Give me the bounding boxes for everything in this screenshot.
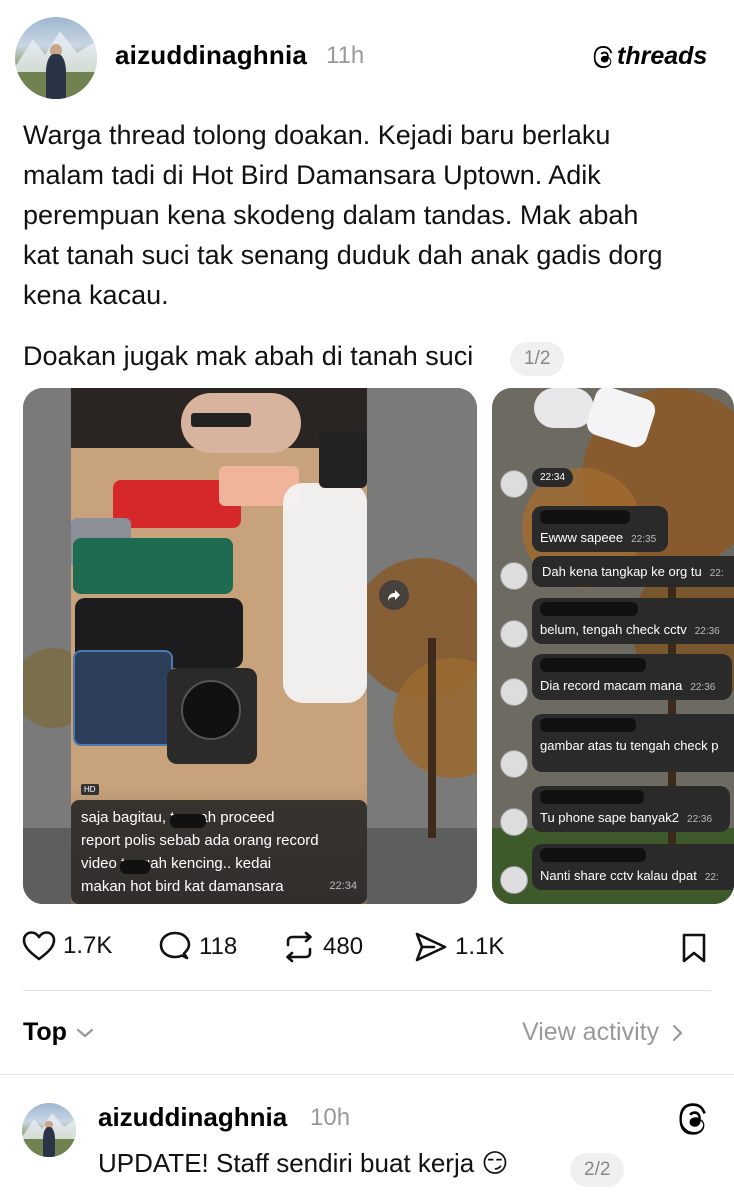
threads-logo-icon xyxy=(679,1103,706,1135)
bookmark-icon xyxy=(682,933,706,963)
reply-counter: 2/2 xyxy=(570,1153,625,1187)
redaction-mark xyxy=(540,718,636,732)
view-activity-label: View activity xyxy=(522,1018,660,1046)
chat-bubble: 22:34 xyxy=(532,468,574,487)
chat-bubble: Dia record macam mana 22:36 xyxy=(532,654,732,700)
redaction-mark xyxy=(540,848,646,862)
divider xyxy=(23,990,711,991)
threads-icon[interactable] xyxy=(678,1102,710,1141)
heart-icon xyxy=(22,931,56,961)
repost-count: 480 xyxy=(323,933,364,960)
post-text-line: malam tadi di Hot Bird Damansara Uptown.… xyxy=(23,160,601,190)
sort-dropdown[interactable]: Top xyxy=(23,1018,94,1047)
chat-avatar xyxy=(500,562,528,590)
caption-time: 22:34 xyxy=(329,880,357,892)
threads-icon xyxy=(593,45,613,68)
reply-text: UPDATE! Staff sendiri buat kerja 😏 xyxy=(98,1148,509,1178)
avatar[interactable] xyxy=(15,17,97,99)
sticker-image xyxy=(534,388,659,451)
post-body: Warga thread tolong doakan. Kejadi baru … xyxy=(23,115,723,315)
view-activity-link[interactable]: View activity xyxy=(522,1018,685,1047)
post-text-line: kena kacau. xyxy=(23,280,169,310)
repost-icon xyxy=(286,931,312,963)
media-item-1[interactable]: HD saja bagitau, tengah proceed report p… xyxy=(23,388,477,904)
comment-icon xyxy=(159,931,191,960)
redaction-mark xyxy=(120,860,150,874)
chevron-down-icon xyxy=(76,1028,94,1037)
redaction-mark xyxy=(540,510,630,524)
post-text-line: kat tanah suci tak senang duduk dah anak… xyxy=(23,240,663,270)
chat-avatar xyxy=(500,750,528,778)
like-count: 1.7K xyxy=(63,932,113,959)
chat-bubble: Tu phone sape banyak2 22:36 xyxy=(532,786,730,832)
post-time: 11h xyxy=(326,42,365,69)
caption-line: report polis sebab ada orang record xyxy=(81,832,319,849)
chat-avatar xyxy=(500,678,528,706)
media-item-2[interactable]: 22:34 Ewww sapeee 22:35 Dah kena tangkap … xyxy=(492,388,734,904)
sort-label: Top xyxy=(23,1018,67,1046)
chat-avatar xyxy=(500,470,528,498)
reply-count: 118 xyxy=(199,933,238,960)
caption-line: saja bagitau, tengah proceed xyxy=(81,809,275,826)
hd-badge: HD xyxy=(81,784,99,795)
reply-button[interactable]: 118 xyxy=(158,930,237,964)
threads-wordmark: threads xyxy=(617,42,708,70)
share-button[interactable]: 1.1K xyxy=(414,930,504,964)
send-icon xyxy=(415,932,447,962)
reply-username[interactable]: aizuddinaghnia xyxy=(98,1102,287,1133)
bookmark-button[interactable] xyxy=(681,932,707,969)
chat-bubble: belum, tengah check cctv 22:36 xyxy=(532,598,734,644)
redaction-mark xyxy=(540,602,638,616)
redaction-mark xyxy=(540,790,644,804)
post-text-second: Doakan jugak mak abah di tanah suci xyxy=(23,341,474,371)
like-button[interactable]: 1.7K xyxy=(22,930,112,962)
redaction-mark xyxy=(540,658,646,672)
redaction-mark xyxy=(170,814,206,828)
chevron-right-icon xyxy=(672,1024,683,1041)
section-separator xyxy=(0,1074,734,1075)
chat-avatar xyxy=(500,620,528,648)
reply-avatar[interactable] xyxy=(22,1103,76,1157)
share-forward-icon[interactable] xyxy=(379,580,409,610)
chat-avatar xyxy=(500,866,528,894)
chat-bubble: gambar atas tu tengah check p xyxy=(532,714,734,772)
threads-logo: threads xyxy=(593,42,707,71)
post-text-line: Warga thread tolong doakan. Kejadi baru … xyxy=(23,120,611,150)
chat-bubble: Nanti share cctv kalau dpat 22: xyxy=(532,844,734,890)
chat-avatar xyxy=(500,808,528,836)
repost-button[interactable]: 480 xyxy=(281,930,363,964)
caption-line: makan hot bird kat damansara xyxy=(81,878,284,895)
post-username[interactable]: aizuddinaghnia xyxy=(115,40,307,71)
chat-bubble: Dah kena tangkap ke org tu 22: xyxy=(532,556,734,587)
post-text-line: perempuan kena skodeng dalam tandas. Mak… xyxy=(23,200,639,230)
media-caption: saja bagitau, tengah proceed report poli… xyxy=(71,800,367,904)
share-count: 1.1K xyxy=(455,933,505,960)
reply-time: 10h xyxy=(310,1104,351,1131)
chat-bubble: Ewww sapeee 22:35 xyxy=(532,506,668,552)
media-counter: 1/2 xyxy=(510,342,565,376)
